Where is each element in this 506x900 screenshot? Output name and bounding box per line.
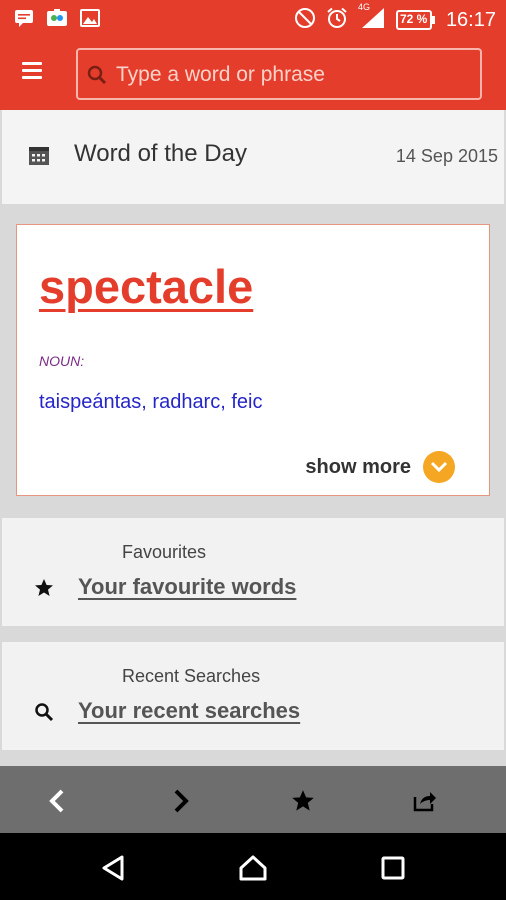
show-more-label: show more [305,455,411,478]
word-of-the-day-date: 14 Sep 2015 [395,146,498,166]
gallery-icon [80,8,100,32]
calendar-icon [28,144,50,170]
translation: taispeántas, radharc, feic [39,391,263,413]
chevron-down-icon [423,451,455,483]
photos-icon [46,8,68,32]
nav-back-icon[interactable] [98,853,128,883]
do-not-disturb-icon [294,7,316,33]
signal-icon: 4G [358,2,386,34]
network-type: 4G [357,2,370,12]
favourite-star-icon[interactable] [288,786,318,816]
star-icon [34,578,54,602]
app-bar [0,38,506,110]
word-of-the-day-header: Word of the Day 14 Sep 2015 [2,110,504,204]
main-content: Word of the Day 14 Sep 2015 spectacle NO… [0,110,506,766]
nav-recents-icon[interactable] [378,853,408,883]
back-arrow-icon[interactable] [42,786,72,816]
part-of-speech: NOUN: [39,353,85,369]
word-link[interactable]: spectacle [39,259,253,314]
search-icon [86,64,108,90]
bottom-toolbar [0,766,506,833]
search-input[interactable] [116,58,466,92]
menu-icon[interactable] [22,62,56,88]
word-card: spectacle NOUN: taispeántas, radharc, fe… [16,224,490,496]
message-icon [14,8,34,32]
search-box[interactable] [76,48,482,100]
favourite-words-link[interactable]: Your favourite words [78,574,296,600]
alarm-icon [326,7,348,33]
word-of-the-day-title: Word of the Day [74,140,247,167]
share-icon[interactable] [410,786,440,816]
battery-level: 72 % [399,12,428,26]
search-icon [34,702,54,726]
favourites-label: Favourites [122,542,207,562]
forward-arrow-icon[interactable] [166,786,196,816]
recent-searches-section: Recent Searches Your recent searches [2,642,504,750]
recent-searches-label: Recent Searches [122,666,261,686]
nav-home-icon[interactable] [238,853,268,883]
status-bar: 4G 72 % 16:17 [0,0,506,38]
system-nav-bar [0,833,506,900]
favourites-section: Favourites Your favourite words [2,518,504,626]
show-more-button[interactable]: show more [305,451,455,483]
status-time: 16:17 [445,8,496,31]
battery-icon: 72 % [395,9,436,31]
recent-searches-link[interactable]: Your recent searches [78,698,300,724]
